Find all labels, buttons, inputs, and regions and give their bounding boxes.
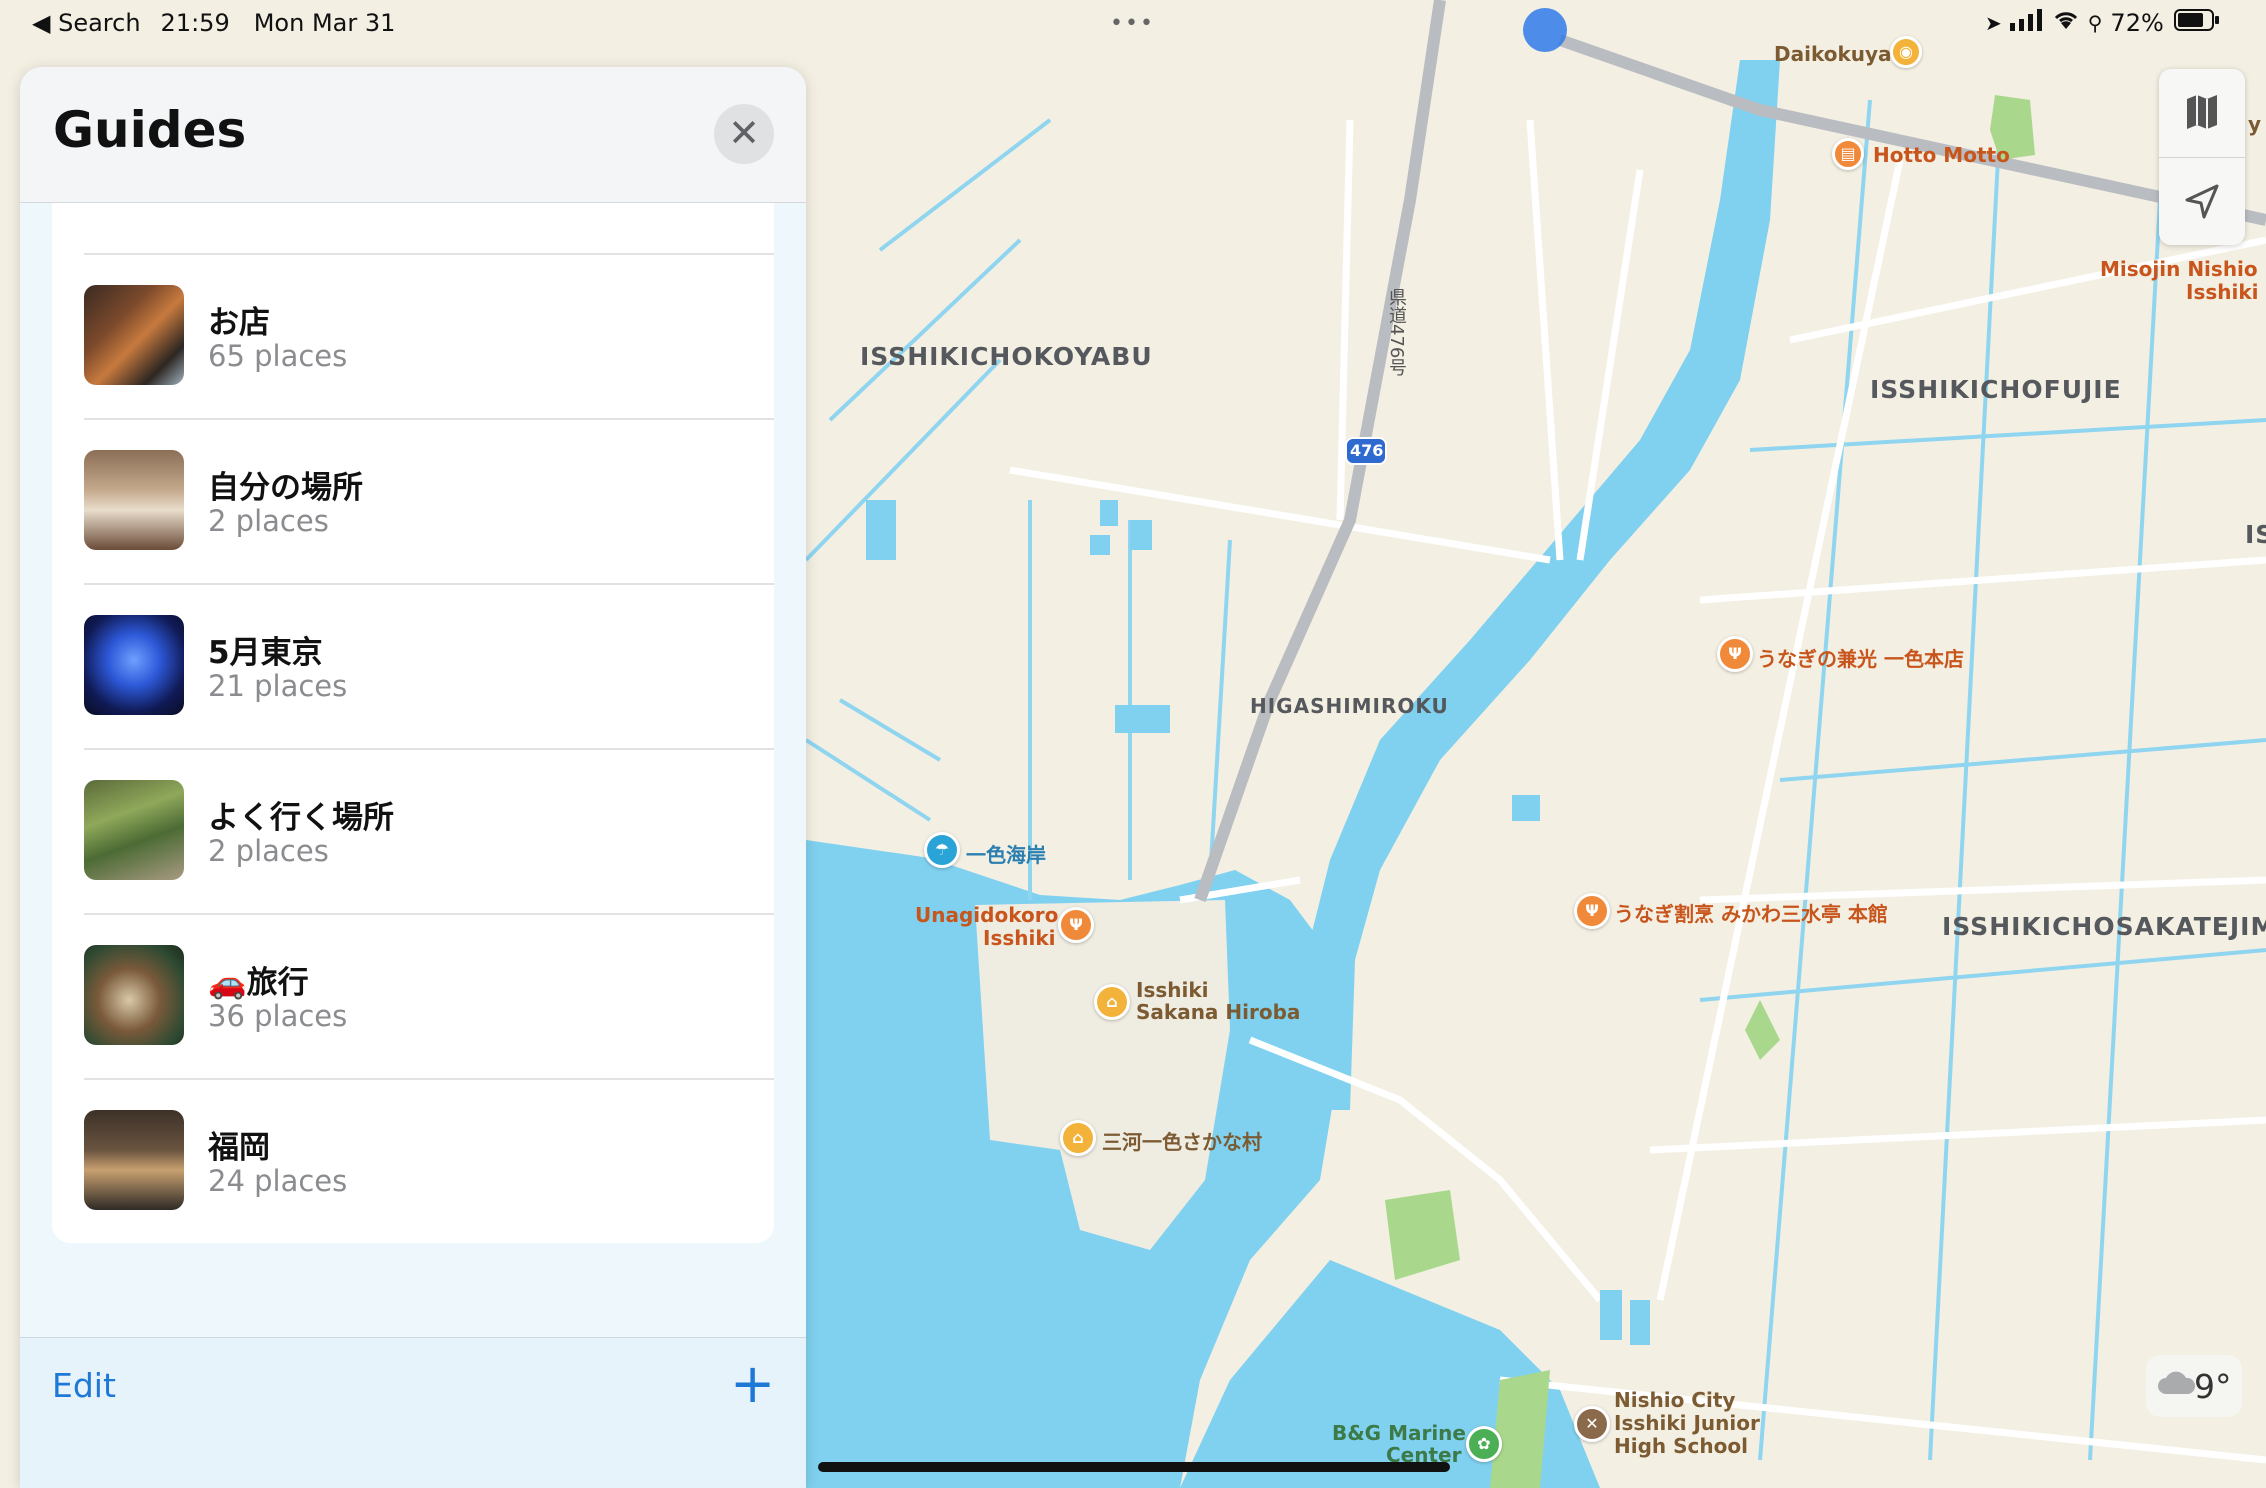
market-icon[interactable]: ⌂ [1060, 1120, 1096, 1156]
divider [84, 253, 774, 255]
battery-icon [2173, 8, 2220, 38]
poi-unagi-mikawa[interactable]: うなぎ割烹 みかわ三水亭 本館 [1614, 898, 1888, 927]
divider [84, 913, 774, 915]
poi-misojin-line2[interactable]: Isshiki [2186, 280, 2259, 304]
guide-count: 24 places [208, 1164, 348, 1198]
market-icon[interactable]: ⌂ [1094, 984, 1130, 1020]
weather-temperature: 9° [2194, 1367, 2232, 1406]
district-label: ISSHIKICHOKOYABU [860, 342, 1153, 371]
weather-badge: 9° [2146, 1355, 2242, 1417]
location-arrow-icon [2185, 184, 2219, 219]
close-button[interactable]: ✕ [714, 104, 774, 164]
list-item[interactable]: 🚗旅行 36 places [20, 913, 774, 1078]
poi-hotto-motto[interactable]: Hotto Motto [1873, 143, 2010, 167]
location-icon: ➤ [1985, 11, 2002, 35]
school-icon[interactable]: ✕ [1574, 1406, 1610, 1442]
poi-misojin[interactable]: Misojin Nishio [2100, 257, 2258, 281]
district-label: IS [2245, 520, 2266, 549]
restaurant-icon[interactable]: ▤ [1832, 138, 1864, 170]
back-to-search-button[interactable]: ◀ Search [32, 9, 141, 37]
guide-title: 🚗旅行 [208, 965, 309, 1001]
status-bar-left: ◀ Search 21:59 Mon Mar 31 [32, 0, 395, 46]
restaurant-icon[interactable]: Ψ [1058, 907, 1094, 943]
poi-school-line2[interactable]: Isshiki Junior [1614, 1411, 1760, 1435]
map-icon [2187, 95, 2217, 129]
guide-count: 36 places [208, 999, 348, 1033]
list-item[interactable]: 5月東京 21 places [20, 583, 774, 748]
status-bar-right: ➤ ⚲ 72% [1985, 0, 2220, 46]
guide-count: 65 places [208, 339, 348, 373]
guide-count: 21 places [208, 669, 348, 703]
guides-panel: Guides ✕ お店 65 places 自分の場所 2 places 5月東… [20, 67, 806, 1488]
divider [84, 1078, 774, 1080]
divider [84, 583, 774, 585]
guide-thumbnail [84, 780, 184, 880]
current-location-button[interactable] [2159, 158, 2245, 245]
divider [84, 418, 774, 420]
list-item[interactable]: 福岡 24 places [20, 1078, 774, 1243]
district-label: HIGASHIMIROKU [1250, 694, 1449, 718]
home-indicator[interactable] [818, 1462, 1450, 1472]
edge-label: y [2248, 112, 2262, 136]
status-date: Mon Mar 31 [253, 9, 396, 37]
poi-sakana-hiroba[interactable]: Isshiki [1136, 978, 1209, 1002]
list-item[interactable]: 自分の場所 2 places [20, 418, 774, 583]
poi-daikokuya[interactable]: Daikokuya [1774, 42, 1892, 66]
multitasking-dots[interactable]: ••• [1110, 0, 1155, 46]
map-controls [2159, 69, 2245, 245]
guide-count: 2 places [208, 834, 329, 868]
poi-unagidokoro[interactable]: Unagidokoro [915, 903, 1058, 927]
park-icon[interactable]: ✿ [1466, 1426, 1502, 1462]
guide-thumbnail [84, 945, 184, 1045]
battery-percent: 72% [2110, 9, 2164, 37]
poi-bg-marine[interactable]: B&G Marine [1332, 1421, 1466, 1445]
guide-thumbnail [84, 285, 184, 385]
map-mode-button[interactable] [2159, 69, 2245, 157]
beach-icon[interactable]: ☂ [924, 832, 960, 868]
poi-unagi-kanemitsu[interactable]: うなぎの兼光 一色本店 [1757, 643, 1964, 672]
add-guide-button[interactable]: + [730, 1352, 775, 1415]
cloud-icon [2156, 1367, 2196, 1406]
guide-title: 5月東京 [208, 635, 323, 671]
guide-count: 2 places [208, 504, 329, 538]
guide-title: よく行く場所 [208, 800, 394, 836]
district-label: ISSHIKICHOFUJIE [1870, 375, 2122, 404]
guide-thumbnail [84, 615, 184, 715]
poi-school[interactable]: Nishio City [1614, 1388, 1735, 1412]
guide-thumbnail [84, 1110, 184, 1210]
guide-title: 自分の場所 [208, 470, 363, 506]
district-label: ISSHIKICHOSAKATEJIMA [1942, 912, 2266, 941]
cellular-signal-icon [2009, 9, 2044, 37]
poi-school-line3[interactable]: High School [1614, 1434, 1748, 1458]
guides-header: Guides ✕ [20, 67, 806, 203]
restaurant-icon[interactable]: Ψ [1574, 893, 1610, 929]
page-title: Guides [53, 101, 247, 159]
poi-sakana-hiroba-line2[interactable]: Sakana Hiroba [1136, 1000, 1300, 1024]
poi-isshiki-beach[interactable]: 一色海岸 [966, 839, 1046, 868]
wifi-icon [2052, 9, 2080, 37]
guides-rows: お店 65 places 自分の場所 2 places 5月東京 21 plac… [20, 253, 806, 1253]
divider [84, 748, 774, 750]
edit-button[interactable]: Edit [52, 1366, 116, 1405]
guide-title: 福岡 [208, 1130, 270, 1166]
status-time: 21:59 [160, 9, 230, 37]
person-icon: ⚲ [2087, 11, 2103, 35]
poi-unagidokoro-line2[interactable]: Isshiki [983, 926, 1056, 950]
list-item[interactable]: お店 65 places [20, 253, 774, 418]
plus-icon: + [730, 1352, 776, 1415]
guide-title: お店 [208, 305, 270, 341]
close-icon: ✕ [728, 111, 760, 155]
restaurant-icon[interactable]: Ψ [1717, 636, 1753, 672]
poi-mikawa-sakana[interactable]: 三河一色さかな村 [1102, 1126, 1262, 1155]
route-shield-label: 476 [1350, 441, 1384, 460]
guides-footer: Edit + [20, 1337, 806, 1488]
route-label: 県道476号 [1386, 288, 1407, 377]
list-item[interactable]: よく行く場所 2 places [20, 748, 774, 913]
guide-thumbnail [84, 450, 184, 550]
food-icon[interactable]: ◉ [1890, 36, 1922, 68]
